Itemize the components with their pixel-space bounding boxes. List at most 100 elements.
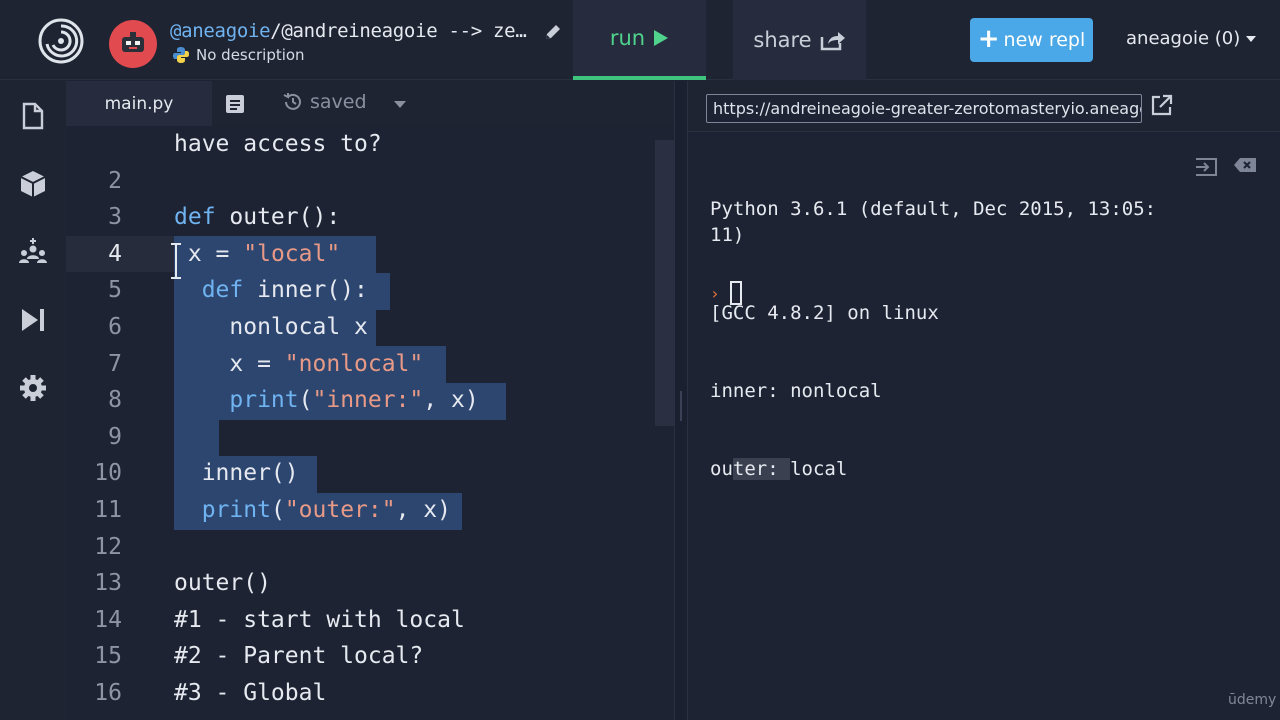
web-url-field[interactable]: https://andreineagoie-greater-zerotomast… [706, 94, 1142, 123]
line-text: have access to? [174, 131, 382, 157]
code-line: 3 def outer(): [66, 199, 656, 236]
code-line: have access to? [66, 126, 656, 163]
repl-title[interactable]: @aneagoie/@andreineagoie --> ze… [170, 20, 527, 42]
console-cursor [729, 281, 742, 305]
save-status: saved [282, 91, 367, 113]
line-text: #2 - Parent local? [174, 643, 424, 670]
python-icon [173, 47, 189, 63]
robot-icon [122, 32, 144, 52]
line-text: #1 - start with local [174, 606, 465, 633]
new-repl-button[interactable]: + new repl [970, 18, 1093, 62]
line-number: 11 [94, 497, 122, 523]
caret-down-icon[interactable] [394, 101, 406, 109]
code-line: 13 outer() [66, 565, 656, 602]
external-link-icon[interactable] [1150, 93, 1174, 117]
share-icon [820, 32, 845, 51]
history-icon [283, 93, 301, 110]
line-number: 6 [108, 314, 122, 340]
line-number: 4 [108, 240, 122, 267]
save-status-label: saved [310, 91, 367, 113]
package-icon[interactable] [18, 169, 48, 199]
avatar[interactable] [109, 20, 157, 68]
code-line: 11 print("outer:", x) [66, 492, 656, 529]
run-button[interactable]: run [573, 0, 706, 80]
line-number: 14 [94, 606, 122, 633]
repl-name: /@andreineagoie --> ze… [270, 20, 527, 42]
file-tab-label: main.py [104, 93, 174, 114]
line-text: outer() [174, 570, 271, 597]
code-line: 7 x = "nonlocal" [66, 346, 656, 383]
line-text: def inner(): [201, 277, 368, 304]
code-line: 10 inner() [66, 455, 656, 492]
line-text: nonlocal x [174, 314, 368, 340]
run-label: run [609, 26, 646, 50]
file-icon[interactable] [18, 101, 48, 131]
top-bar: @aneagoie/@andreineagoie --> ze… No desc… [0, 0, 1280, 80]
console-line: outer: local [710, 456, 1160, 482]
line-text: def outer(): [174, 204, 341, 231]
plus-icon: + [977, 23, 1000, 54]
console-line: inner: nonlocal [710, 380, 882, 402]
line-number: 16 [94, 680, 122, 706]
document-list-icon[interactable] [224, 93, 246, 115]
line-number: 8 [108, 387, 122, 414]
line-number: 2 [108, 167, 122, 194]
console-sign-in-icon[interactable] [1194, 156, 1218, 178]
description-row: No description [172, 46, 305, 64]
line-number: 5 [108, 277, 122, 304]
line-number: 10 [94, 460, 122, 487]
new-repl-label: new repl [1003, 29, 1086, 51]
line-text: #3 - Global [174, 680, 327, 706]
share-label: share [753, 28, 812, 52]
code-line: 15 #2 - Parent local? [66, 638, 656, 675]
console-text-segment: local [790, 458, 848, 480]
line-number: 7 [108, 350, 122, 377]
console-output[interactable]: Python 3.6.1 (default, Dec 2015, 13:05:1… [688, 132, 1280, 720]
code-line: 5 def inner(): [66, 272, 656, 309]
editor-header: main.py saved [66, 81, 674, 126]
console-text-highlighted: ter: [732, 458, 791, 480]
user-menu[interactable]: aneagoie (0) [1126, 28, 1257, 49]
caret-down-icon [1246, 35, 1257, 42]
file-tab-main-py[interactable]: main.py [66, 81, 212, 126]
console-text-segment: ou [710, 458, 733, 480]
line-text: x = "local" [174, 240, 341, 267]
code-line-active: 4 x = "local" [66, 235, 656, 273]
console-line: [GCC 4.8.2] on linux [710, 302, 939, 324]
editor-scrollbar[interactable] [655, 140, 674, 426]
pane-resize-handle[interactable] [674, 81, 688, 720]
line-number: 13 [94, 570, 122, 597]
console-line: Python 3.6.1 (default, Dec 2015, 13:05:1… [710, 198, 1157, 246]
console-actions [1194, 156, 1258, 178]
gear-icon[interactable] [18, 373, 48, 403]
line-text: x = "nonlocal" [174, 350, 424, 377]
code-line: 6 nonlocal x [66, 309, 656, 346]
line-text: print("inner:", x) [229, 387, 479, 414]
repl-owner[interactable]: @aneagoie [170, 20, 271, 42]
code-editor[interactable]: have access to? 2 3 def outer(): 4 x = "… [66, 126, 674, 720]
console-prompt[interactable]: › [710, 281, 742, 305]
share-button[interactable]: share [733, 0, 866, 80]
text-cursor-icon [171, 243, 181, 279]
udemy-watermark: ūdemy [1228, 692, 1277, 708]
code-line: 9 [66, 419, 656, 456]
debugger-icon[interactable] [18, 305, 48, 335]
code-line: 14 #1 - start with local [66, 602, 656, 639]
repl-description[interactable]: No description [196, 46, 305, 64]
user-label: aneagoie (0) [1126, 28, 1241, 49]
clear-console-icon[interactable] [1232, 156, 1258, 174]
prompt-chevron-icon: › [710, 283, 720, 303]
line-number: 3 [108, 204, 122, 231]
line-number: 9 [108, 423, 122, 450]
repl-logo-icon[interactable] [38, 18, 84, 64]
code-line: 12 [66, 529, 656, 566]
line-number: 15 [94, 643, 122, 670]
code-line: 8 print("inner:", x) [66, 382, 656, 419]
output-header: https://andreineagoie-greater-zerotomast… [688, 81, 1280, 132]
line-text: print("outer:", x) [201, 497, 451, 523]
pencil-icon[interactable] [543, 22, 563, 42]
multiplayer-icon[interactable] [18, 237, 48, 267]
resize-grip [680, 391, 682, 421]
code-line: 2 [66, 163, 656, 200]
play-icon [654, 30, 669, 46]
